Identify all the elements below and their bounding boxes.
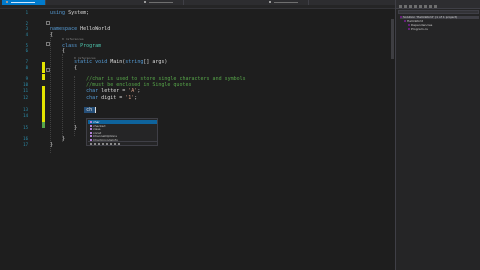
collapse-all-icon[interactable] <box>424 5 427 8</box>
project-icon <box>408 24 410 26</box>
file-icon <box>6 1 8 3</box>
code-line[interactable]: { <box>50 65 77 71</box>
forward-icon[interactable] <box>404 5 407 8</box>
properties-icon[interactable] <box>434 5 437 8</box>
back-icon[interactable] <box>399 5 402 8</box>
property-filter-icon[interactable] <box>114 143 116 145</box>
code-line[interactable]: char letter = 'A'; <box>50 88 140 94</box>
code-line[interactable]: } <box>50 142 53 148</box>
class-filter-icon[interactable] <box>94 143 96 145</box>
home-icon[interactable] <box>409 5 412 8</box>
tree-node-label: Program.cs <box>411 27 428 31</box>
solution-search-input[interactable] <box>398 10 479 14</box>
code-line[interactable]: ch <box>50 107 92 113</box>
project-icon <box>404 20 406 22</box>
project-icon <box>400 16 402 18</box>
code-editor[interactable]: 1 2 3 4 5 6 7 8 9 10 11 12 13 14 15 16 17 0 references 0… <box>0 9 395 270</box>
code-line[interactable]: char digit = '1'; <box>50 95 137 101</box>
namespace-filter-icon[interactable] <box>90 143 92 145</box>
show-all-files-icon[interactable] <box>429 5 432 8</box>
intellisense-popup[interactable]: char checked class const ChannelOptions CharU… <box>86 118 158 146</box>
keyword-filter-icon[interactable] <box>102 143 104 145</box>
field-filter-icon[interactable] <box>110 143 112 145</box>
code-line[interactable]: using System; <box>50 10 89 16</box>
project-icon <box>408 28 410 30</box>
method-icon <box>269 1 271 3</box>
panel-toolbar <box>396 4 480 9</box>
code-line[interactable]: namespace HelloWorld <box>50 26 110 32</box>
code-area[interactable]: using System; namespace HelloWorld{ class… <box>0 9 395 209</box>
event-filter-icon[interactable] <box>118 143 120 145</box>
code-line[interactable]: } <box>50 125 77 131</box>
snippet-filter-icon[interactable] <box>106 143 108 145</box>
scrollbar-thumb[interactable] <box>391 19 394 59</box>
completion-filter-bar <box>88 141 157 145</box>
code-line[interactable]: { <box>50 32 53 38</box>
method-filter-icon[interactable] <box>98 143 100 145</box>
tree-node[interactable]: Program.cs <box>408 28 479 31</box>
class-icon <box>144 1 146 3</box>
code-line[interactable]: { <box>50 48 65 54</box>
sync-icon[interactable] <box>414 5 417 8</box>
refresh-icon[interactable] <box>419 5 422 8</box>
solution-explorer-panel: Solution 'HelloWorld' (1 of 1 project) He… <box>395 0 480 270</box>
